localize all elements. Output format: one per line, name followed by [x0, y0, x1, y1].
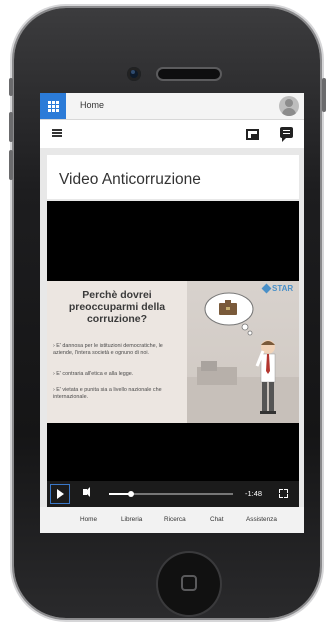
slide-bullet: › E' dannosa per le istituzioni democrat…: [53, 343, 163, 356]
list-menu-icon[interactable]: [52, 129, 62, 137]
toolbar: [40, 120, 304, 148]
earpiece-speaker: [158, 69, 220, 79]
bottom-navigation: Home Libreria Ricerca Chat Assistenza: [40, 507, 304, 533]
seek-bar[interactable]: [109, 491, 233, 497]
brand-logo: STAR: [261, 283, 293, 294]
volume-icon[interactable]: [83, 487, 90, 497]
page-title: Video Anticorruzione: [59, 171, 201, 188]
front-camera: [127, 67, 141, 81]
nav-item-home[interactable]: Home: [80, 516, 97, 523]
video-controls: -1:48: [47, 481, 299, 507]
nav-item-assistenza[interactable]: Assistenza: [246, 516, 277, 523]
video-frame: Perchè dovrei preoccuparmi della corruzi…: [47, 281, 299, 423]
slide-bullet: › E' vietata e punita sia a livello nazi…: [53, 387, 162, 400]
breadcrumb[interactable]: Home: [80, 100, 104, 110]
slide-text-panel: Perchè dovrei preoccuparmi della corruzi…: [47, 281, 187, 423]
time-remaining: -1:48: [245, 489, 263, 498]
volume-up-button: [9, 112, 13, 142]
content-header-card: Video Anticorruzione: [47, 155, 299, 199]
top-bar: Home: [40, 93, 304, 120]
seek-handle[interactable]: [128, 491, 135, 497]
nav-item-libreria[interactable]: Libreria: [121, 516, 142, 523]
thinking-man-illustration: [187, 292, 299, 423]
chat-icon[interactable]: [280, 127, 293, 142]
power-button: [322, 78, 326, 112]
nav-item-chat[interactable]: Chat: [210, 516, 224, 523]
video-player[interactable]: Perchè dovrei preoccuparmi della corruzi…: [47, 201, 299, 507]
mute-switch: [9, 78, 13, 96]
play-icon[interactable]: [50, 484, 70, 504]
apps-grid-button[interactable]: [40, 93, 66, 119]
volume-down-button: [9, 150, 13, 180]
home-button[interactable]: [158, 553, 220, 615]
slide-illustration: [187, 281, 299, 423]
home-button-icon: [181, 575, 197, 591]
phone-screen: Home Video Anticorruzione Perchè dovrei …: [40, 93, 304, 533]
fullscreen-icon[interactable]: [279, 489, 288, 498]
user-avatar-icon[interactable]: [279, 96, 299, 116]
nav-item-ricerca[interactable]: Ricerca: [164, 516, 186, 523]
panel-icon[interactable]: [246, 129, 259, 140]
slide-title: Perchè dovrei preoccuparmi della corruzi…: [68, 289, 166, 325]
slide-bullet: › E' contraria all'etica e alla legge.: [53, 371, 134, 377]
